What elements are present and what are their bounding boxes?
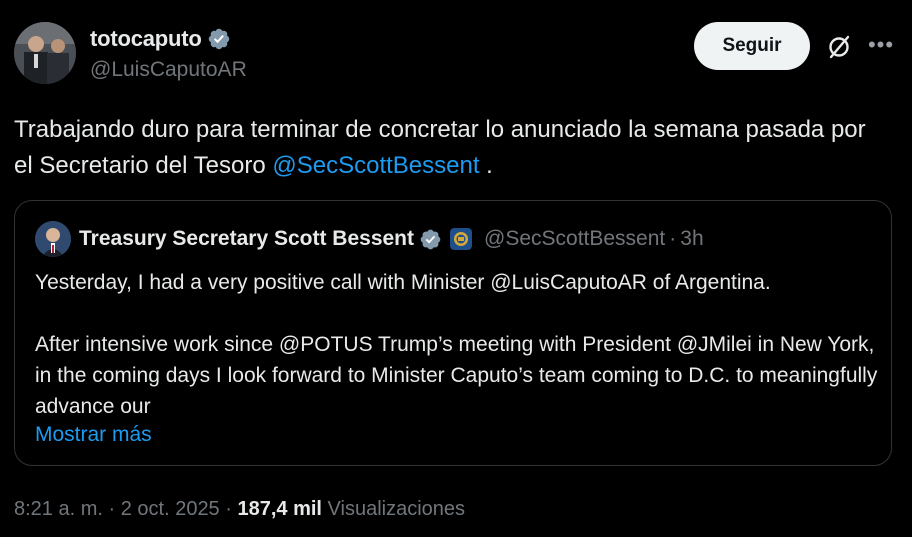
- treasury-seal-icon: [450, 228, 473, 250]
- more-options-icon[interactable]: •••: [866, 30, 896, 60]
- views-count: 187,4 mil: [237, 498, 322, 520]
- tweet-mention-link[interactable]: @SecScottBessent: [272, 152, 479, 179]
- quoted-separator: ·: [669, 227, 677, 250]
- verified-badge-icon: [208, 28, 229, 50]
- quoted-header: Treasury Secretary Scott Bessent @SecSco…: [79, 223, 704, 255]
- author-avatar[interactable]: [14, 22, 76, 84]
- quoted-paragraph-1: Yesterday, I had a very positive call wi…: [35, 271, 771, 294]
- meta-separator: ·: [219, 498, 238, 520]
- tweet-text: Trabajando duro para terminar de concret…: [14, 112, 874, 184]
- quoted-avatar-photo: [35, 221, 71, 257]
- author-display-name[interactable]: totocaputo: [90, 26, 202, 52]
- follow-button[interactable]: Seguir: [694, 22, 810, 70]
- quoted-handle[interactable]: @SecScottBessent: [484, 227, 665, 251]
- author-name-row[interactable]: totocaputo: [90, 26, 231, 52]
- tweet-date[interactable]: 2 oct. 2025: [121, 498, 220, 520]
- grok-icon[interactable]: [826, 34, 852, 60]
- tweet-time[interactable]: 8:21 a. m.: [14, 498, 103, 520]
- quoted-paragraph-2: After intensive work since @POTUS Trump’…: [35, 333, 878, 418]
- quoted-timestamp[interactable]: 3h: [680, 227, 703, 251]
- tweet-metadata: 8:21 a. m. · 2 oct. 2025 · 187,4 mil Vis…: [14, 498, 465, 521]
- avatar-photo: [14, 22, 76, 84]
- quoted-author-avatar[interactable]: [35, 221, 71, 257]
- quoted-text: Yesterday, I had a very positive call wi…: [35, 267, 885, 422]
- views-label[interactable]: Visualizaciones: [328, 498, 466, 520]
- show-more-link[interactable]: Mostrar más: [35, 423, 152, 447]
- author-handle[interactable]: @LuisCaputoAR: [90, 58, 247, 82]
- quoted-verified-badge-icon: [420, 229, 441, 249]
- meta-separator: ·: [102, 498, 121, 520]
- quoted-tweet-card[interactable]: Treasury Secretary Scott Bessent @SecSco…: [14, 200, 892, 466]
- tweet-text-end: .: [479, 152, 493, 179]
- quoted-display-name[interactable]: Treasury Secretary Scott Bessent: [79, 227, 414, 251]
